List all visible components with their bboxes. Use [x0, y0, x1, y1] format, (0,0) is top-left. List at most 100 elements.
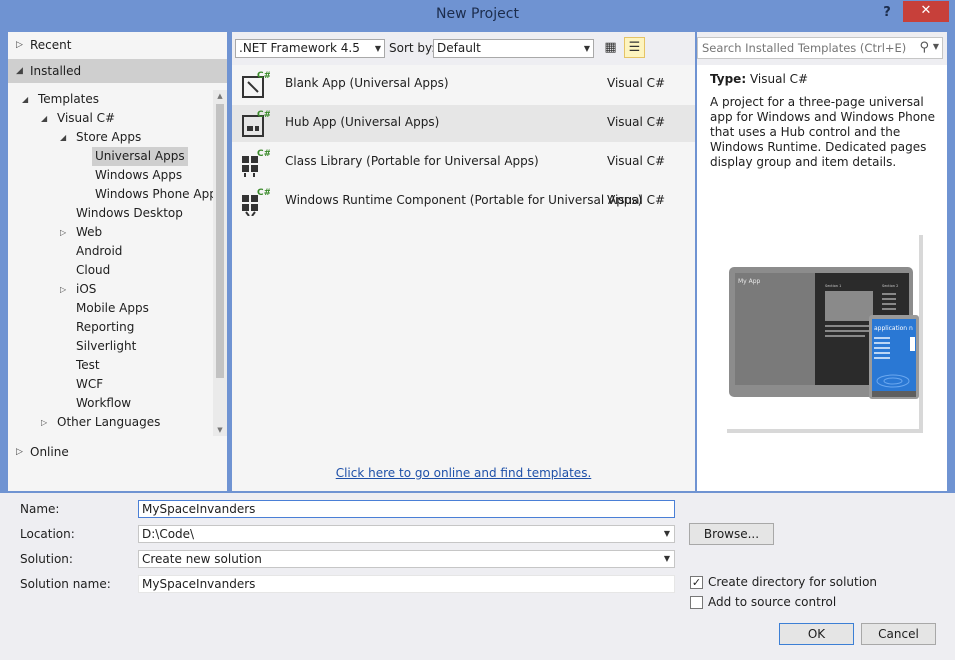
- tree-item-label: Cloud: [76, 263, 111, 277]
- solution-name-label: Solution name:: [20, 577, 111, 591]
- search-icon[interactable]: ⚲: [919, 40, 929, 55]
- expand-arrow-icon: ▷: [16, 40, 23, 50]
- search-input[interactable]: [697, 37, 943, 59]
- ok-button[interactable]: OK: [779, 623, 854, 645]
- tree-item-label: Windows Phone Apps: [95, 187, 224, 201]
- medium-icons-view-button[interactable]: ▦: [600, 37, 621, 58]
- add-source-control-checkbox[interactable]: [690, 596, 703, 609]
- recent-label: Recent: [30, 38, 72, 52]
- svg-text:C#: C#: [257, 149, 270, 159]
- tree-item[interactable]: Silverlight: [73, 337, 139, 356]
- installed-label: Installed: [30, 64, 82, 78]
- list-view-icon: ☰: [628, 40, 641, 55]
- template-row[interactable]: C# Blank App (Universal Apps) Visual C#: [232, 66, 695, 103]
- tree-item-label: Test: [76, 358, 100, 372]
- browse-button[interactable]: Browse...: [689, 523, 774, 545]
- svg-text:C#: C#: [257, 188, 270, 198]
- tree-item-label: Visual C#: [57, 111, 116, 125]
- expand-arrow-icon[interactable]: ▷: [60, 280, 66, 299]
- grid-view-icon: ▦: [604, 40, 617, 55]
- scroll-up-icon[interactable]: ▲: [213, 90, 227, 102]
- tree-item-label: Web: [76, 225, 103, 239]
- dropdown-arrow-icon: ▼: [374, 44, 381, 53]
- preview-phone-title: application n: [874, 325, 913, 332]
- create-directory-label[interactable]: Create directory for solution: [708, 575, 877, 589]
- tree-item[interactable]: Mobile Apps: [73, 299, 152, 318]
- tree-item[interactable]: Windows Phone Apps: [92, 185, 226, 204]
- collapse-arrow-icon[interactable]: ◢: [60, 128, 66, 147]
- online-templates-link[interactable]: Click here to go online and find templat…: [232, 466, 695, 480]
- tree-item-label: Windows Desktop: [76, 206, 183, 220]
- tree-item-label: Reporting: [76, 320, 135, 334]
- new-project-dialog: New Project ? ✕ ▷ Recent ◢ Installed ◢ Te…: [0, 0, 955, 660]
- template-language: Visual C#: [607, 76, 666, 90]
- svg-text:C#: C#: [257, 71, 270, 81]
- template-type: Type: Visual C#: [710, 72, 808, 86]
- tree-item[interactable]: Windows Desktop: [73, 204, 186, 223]
- expand-arrow-icon[interactable]: ▷: [41, 413, 47, 432]
- online-label: Online: [30, 445, 69, 459]
- tree-item-label: Templates: [38, 92, 100, 106]
- tree-item[interactable]: Workflow: [73, 394, 134, 413]
- cancel-button[interactable]: Cancel: [861, 623, 936, 645]
- template-list: C# Blank App (Universal Apps) Visual C# C# H…: [232, 65, 695, 491]
- close-icon: ✕: [920, 3, 932, 18]
- template-name: Class Library (Portable for Universal Ap…: [285, 154, 539, 168]
- tree-item[interactable]: ◢ Store Apps: [60, 128, 144, 147]
- tree-item[interactable]: Universal Apps: [92, 147, 188, 166]
- tree-scrollbar[interactable]: ▲ ▼: [213, 90, 227, 436]
- tree-item[interactable]: Android: [73, 242, 125, 261]
- framework-select[interactable]: .NET Framework 4.5 ▼: [235, 39, 385, 58]
- tree-item[interactable]: ◢ Templates: [22, 90, 102, 109]
- online-header[interactable]: ▷ Online: [8, 440, 227, 464]
- create-directory-checkbox[interactable]: ✓: [690, 576, 703, 589]
- template-row[interactable]: C# Windows Runtime Component (Portable fo…: [232, 183, 695, 220]
- solution-value: Create new solution: [142, 552, 262, 566]
- project-name-field[interactable]: [138, 500, 675, 518]
- close-button[interactable]: ✕: [903, 1, 949, 22]
- tree-item-label: Other Languages: [57, 415, 161, 429]
- tree-item[interactable]: Cloud: [73, 261, 113, 280]
- tree-item[interactable]: ▷ Other Languages: [41, 413, 163, 432]
- template-language: Visual C#: [607, 115, 666, 129]
- collapse-arrow-icon[interactable]: ◢: [41, 109, 47, 128]
- recent-header[interactable]: ▷ Recent: [8, 33, 227, 57]
- solution-label: Solution:: [20, 552, 73, 566]
- tree-item[interactable]: Windows Apps: [92, 166, 185, 185]
- tree-item-label: Windows Apps: [95, 168, 183, 182]
- search-dropdown-icon[interactable]: ▼: [933, 42, 939, 51]
- dropdown-arrow-icon: ▼: [583, 44, 590, 53]
- template-description-pane: Type: Visual C# A project for a three-pa…: [697, 65, 947, 491]
- tree-item[interactable]: Test: [73, 356, 103, 375]
- collapse-arrow-icon[interactable]: ◢: [22, 90, 28, 109]
- solution-select[interactable]: Create new solution ▼: [138, 550, 675, 568]
- dropdown-arrow-icon: ▼: [663, 554, 670, 563]
- add-source-control-label[interactable]: Add to source control: [708, 595, 836, 609]
- template-tree: ◢ Templates ◢ Visual C# ◢ Store Apps Universal…: [8, 90, 223, 436]
- list-view-button[interactable]: ☰: [624, 37, 645, 58]
- tree-item[interactable]: ▷ iOS: [60, 280, 99, 299]
- location-select[interactable]: D:\Code\ ▼: [138, 525, 675, 543]
- template-description: A project for a three-page universal app…: [710, 95, 936, 169]
- preview-section-2: Section 2: [882, 284, 898, 288]
- template-row[interactable]: C# Hub App (Universal Apps) Visual C#: [232, 105, 695, 142]
- tree-item[interactable]: WCF: [73, 375, 106, 394]
- runtime-component-icon: C#: [242, 188, 270, 216]
- tree-item-label: Android: [76, 244, 123, 258]
- template-categories-pane: ▷ Recent ◢ Installed ◢ Templates ◢ Visual C…: [8, 32, 227, 491]
- template-row[interactable]: C# Class Library (Portable for Universal …: [232, 144, 695, 181]
- class-library-icon: C#: [242, 149, 270, 177]
- expand-arrow-icon[interactable]: ▷: [60, 223, 66, 242]
- help-button[interactable]: ?: [875, 2, 899, 24]
- solution-name-field[interactable]: [138, 575, 675, 593]
- installed-header[interactable]: ◢ Installed: [8, 59, 227, 83]
- scroll-down-icon[interactable]: ▼: [213, 424, 227, 436]
- tree-item[interactable]: ▷ Web: [60, 223, 105, 242]
- tree-item[interactable]: Reporting: [73, 318, 137, 337]
- tree-item[interactable]: ◢ Visual C#: [41, 109, 118, 128]
- blank-app-icon: C#: [242, 71, 270, 98]
- tree-item-label: Store Apps: [76, 130, 142, 144]
- sort-by-select[interactable]: Default ▼: [433, 39, 594, 58]
- template-language: Visual C#: [607, 154, 666, 168]
- scrollbar-thumb[interactable]: [216, 104, 224, 378]
